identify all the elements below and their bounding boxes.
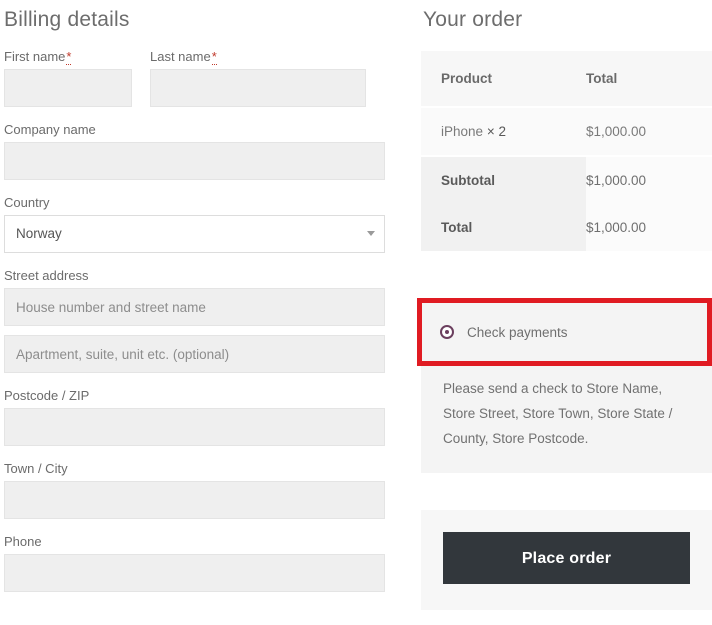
address-line-2-field-group bbox=[0, 335, 385, 373]
street-address-field-group: Street address bbox=[0, 267, 385, 326]
first-name-input[interactable] bbox=[4, 69, 132, 107]
city-input[interactable] bbox=[4, 481, 385, 519]
postcode-input[interactable] bbox=[4, 408, 385, 446]
order-table-body: iPhone × 2 $1,000.00 bbox=[421, 107, 712, 157]
your-order-title: Your order bbox=[423, 8, 523, 31]
billing-details-column: Billing details First name* Last name* C… bbox=[0, 0, 385, 592]
country-select-wrapper[interactable]: Norway bbox=[4, 215, 385, 253]
phone-label: Phone bbox=[4, 534, 42, 549]
order-total-label: Total bbox=[421, 204, 586, 251]
last-name-input[interactable] bbox=[150, 69, 366, 107]
street-address-label: Street address bbox=[4, 268, 89, 283]
payment-methods-panel: Check payments Please send a check to St… bbox=[421, 302, 712, 473]
table-row: Total $1,000.00 bbox=[421, 204, 712, 251]
name-fields-row: First name* Last name* bbox=[0, 48, 385, 107]
country-field-group: Country Norway bbox=[0, 194, 385, 253]
order-table-foot: Subtotal $1,000.00 Total $1,000.00 bbox=[421, 156, 712, 251]
city-field-group: Town / City bbox=[0, 460, 385, 519]
last-name-label: Last name* bbox=[150, 48, 366, 65]
place-order-wrapper: Place order bbox=[421, 510, 712, 610]
address-line-2-input[interactable] bbox=[4, 335, 385, 373]
order-table-head: Product Total bbox=[421, 51, 712, 108]
street-address-input[interactable] bbox=[4, 288, 385, 326]
payment-method-label: Check payments bbox=[467, 324, 568, 340]
table-row: Subtotal $1,000.00 bbox=[421, 156, 712, 204]
order-review-table: Product Total iPhone × 2 $1,000.00 Subto… bbox=[421, 51, 712, 251]
order-item-quantity: × 2 bbox=[486, 124, 506, 139]
payment-method-check-payments[interactable]: Check payments bbox=[421, 302, 712, 362]
order-total-value: $1,000.00 bbox=[586, 204, 712, 251]
first-name-required-marker: * bbox=[66, 49, 72, 65]
place-order-button[interactable]: Place order bbox=[443, 532, 690, 584]
payment-method-description: Please send a check to Store Name, Store… bbox=[421, 362, 712, 473]
order-subtotal-label: Subtotal bbox=[421, 156, 586, 204]
last-name-field-group: Last name* bbox=[150, 48, 366, 107]
first-name-label: First name* bbox=[4, 48, 132, 65]
phone-field-group: Phone bbox=[0, 533, 385, 592]
postcode-label: Postcode / ZIP bbox=[4, 388, 90, 403]
radio-selected-icon[interactable] bbox=[440, 325, 454, 339]
billing-details-title: Billing details bbox=[4, 8, 130, 31]
checkout-page: Billing details First name* Last name* C… bbox=[0, 0, 712, 625]
your-order-column: Your order Product Total iPhone × 2 $1,0… bbox=[417, 0, 712, 610]
order-item-total: $1,000.00 bbox=[586, 107, 712, 157]
company-name-field-group: Company name bbox=[0, 121, 385, 180]
city-label: Town / City bbox=[4, 461, 68, 476]
first-name-field-group: First name* bbox=[4, 48, 132, 107]
last-name-required-marker: * bbox=[211, 49, 217, 65]
first-name-label-text: First name bbox=[4, 49, 66, 64]
order-table-header-row: Product Total bbox=[421, 51, 712, 108]
table-row: iPhone × 2 $1,000.00 bbox=[421, 107, 712, 157]
company-name-input[interactable] bbox=[4, 142, 385, 180]
order-header-product: Product bbox=[421, 51, 586, 108]
order-subtotal-value: $1,000.00 bbox=[586, 156, 712, 204]
order-header-total: Total bbox=[586, 51, 712, 108]
country-select[interactable]: Norway bbox=[4, 215, 385, 253]
phone-input[interactable] bbox=[4, 554, 385, 592]
company-name-label: Company name bbox=[4, 122, 96, 137]
order-item-name: iPhone bbox=[441, 124, 484, 139]
country-label: Country bbox=[4, 195, 50, 210]
order-item-name-cell: iPhone × 2 bbox=[421, 107, 586, 157]
postcode-field-group: Postcode / ZIP bbox=[0, 387, 385, 446]
last-name-label-text: Last name bbox=[150, 49, 211, 64]
